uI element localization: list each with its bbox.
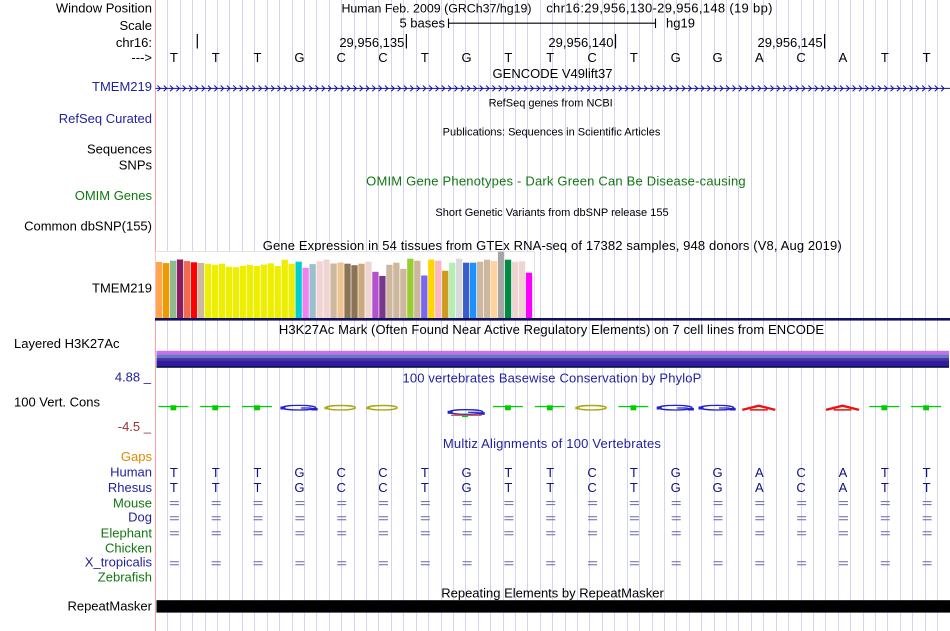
svg-text:OMIM Genes: OMIM Genes bbox=[75, 188, 153, 203]
svg-text:T: T bbox=[546, 465, 554, 480]
svg-text:Gaps: Gaps bbox=[121, 449, 153, 464]
svg-text:G: G bbox=[671, 480, 681, 495]
svg-text:100 Vert. Cons: 100 Vert. Cons bbox=[14, 395, 100, 410]
svg-text:C: C bbox=[796, 465, 805, 480]
svg-text:T: T bbox=[421, 480, 429, 495]
svg-text:T: T bbox=[212, 480, 220, 495]
svg-text:GENCODE V49lift37: GENCODE V49lift37 bbox=[493, 66, 613, 81]
svg-text:T: T bbox=[254, 465, 262, 480]
svg-text:A: A bbox=[755, 50, 764, 65]
svg-text:G: G bbox=[712, 480, 722, 495]
svg-text:chr16:: chr16: bbox=[116, 35, 152, 50]
svg-text:Gene Expression in 54 tissues: Gene Expression in 54 tissues from GTEx … bbox=[263, 238, 842, 253]
svg-text:29,956,135: 29,956,135 bbox=[339, 35, 404, 50]
svg-text:T: T bbox=[546, 480, 554, 495]
svg-text:G: G bbox=[294, 50, 304, 65]
svg-text:C: C bbox=[378, 50, 387, 65]
svg-text:C: C bbox=[587, 50, 596, 65]
svg-text:--->: ---> bbox=[131, 50, 152, 65]
svg-text:T: T bbox=[212, 50, 220, 65]
svg-text:5 bases: 5 bases bbox=[399, 16, 445, 31]
svg-text:OMIM Gene Phenotypes - Dark Gr: OMIM Gene Phenotypes - Dark Green Can Be… bbox=[366, 174, 746, 189]
svg-text:T: T bbox=[254, 480, 262, 495]
svg-text:G: G bbox=[462, 465, 472, 480]
svg-text:G: G bbox=[712, 465, 722, 480]
svg-text:A: A bbox=[755, 480, 764, 495]
svg-text:A: A bbox=[839, 50, 848, 65]
svg-text:G: G bbox=[462, 480, 472, 495]
svg-text:T: T bbox=[923, 480, 931, 495]
svg-text:Chicken: Chicken bbox=[105, 541, 152, 556]
svg-text:G: G bbox=[671, 50, 681, 65]
svg-text:C: C bbox=[337, 465, 346, 480]
svg-text:4.88 _: 4.88 _ bbox=[115, 370, 152, 385]
svg-text:Human Feb. 2009 (GRCh37/hg19): Human Feb. 2009 (GRCh37/hg19) bbox=[341, 2, 531, 16]
svg-text:Publications: Sequences in Sci: Publications: Sequences in Scientific Ar… bbox=[443, 127, 661, 139]
svg-text:-4.5 _: -4.5 _ bbox=[118, 419, 152, 434]
svg-text:T: T bbox=[170, 50, 178, 65]
svg-text:T: T bbox=[421, 465, 429, 480]
svg-text:Scale: Scale bbox=[119, 18, 152, 33]
svg-text:C: C bbox=[587, 480, 596, 495]
svg-text:T: T bbox=[546, 50, 554, 65]
svg-text:C: C bbox=[378, 480, 387, 495]
svg-text:G: G bbox=[294, 465, 304, 480]
svg-text:T: T bbox=[254, 50, 262, 65]
svg-text:Human: Human bbox=[110, 465, 152, 480]
svg-text:C: C bbox=[796, 480, 805, 495]
svg-text:T: T bbox=[170, 465, 178, 480]
svg-text:hg19: hg19 bbox=[666, 16, 695, 31]
svg-text:Layered H3K27Ac: Layered H3K27Ac bbox=[14, 336, 120, 351]
svg-text:Zebrafish: Zebrafish bbox=[98, 569, 152, 584]
svg-text:H3K27Ac Mark (Often Found Near: H3K27Ac Mark (Often Found Near Active Re… bbox=[279, 322, 825, 337]
svg-text:C: C bbox=[337, 50, 346, 65]
svg-text:G: G bbox=[462, 50, 472, 65]
svg-text:RepeatMasker: RepeatMasker bbox=[67, 598, 152, 613]
svg-text:G: G bbox=[712, 50, 722, 65]
svg-text:Multiz Alignments of 100 Verte: Multiz Alignments of 100 Vertebrates bbox=[443, 436, 662, 451]
svg-text:T: T bbox=[881, 50, 889, 65]
svg-text:T: T bbox=[212, 465, 220, 480]
svg-text:29,956,145: 29,956,145 bbox=[758, 35, 823, 50]
svg-text:A: A bbox=[839, 480, 848, 495]
svg-text:T: T bbox=[881, 465, 889, 480]
svg-text:A: A bbox=[839, 465, 848, 480]
svg-text:G: G bbox=[294, 480, 304, 495]
svg-text:29,956,140: 29,956,140 bbox=[548, 35, 613, 50]
svg-text:Elephant: Elephant bbox=[101, 526, 153, 541]
svg-text:G: G bbox=[671, 465, 681, 480]
svg-text:100 vertebrates Basewise Conse: 100 vertebrates Basewise Conservation by… bbox=[403, 371, 702, 386]
svg-text:T: T bbox=[170, 480, 178, 495]
svg-text:T: T bbox=[923, 50, 931, 65]
svg-text:TMEM219: TMEM219 bbox=[92, 281, 152, 296]
svg-text:T: T bbox=[504, 465, 512, 480]
svg-text:RefSeq genes from NCBI: RefSeq genes from NCBI bbox=[489, 97, 613, 109]
svg-text:X_tropicalis: X_tropicalis bbox=[85, 554, 153, 569]
svg-text:T: T bbox=[923, 465, 931, 480]
svg-text:TMEM219: TMEM219 bbox=[92, 79, 152, 94]
svg-text:T: T bbox=[630, 50, 638, 65]
svg-text:T: T bbox=[881, 480, 889, 495]
svg-text:C: C bbox=[796, 50, 805, 65]
svg-text:A: A bbox=[755, 465, 764, 480]
svg-text:Dog: Dog bbox=[128, 510, 152, 525]
svg-text:T: T bbox=[504, 480, 512, 495]
svg-text:C: C bbox=[587, 465, 596, 480]
svg-text:RefSeq Curated: RefSeq Curated bbox=[59, 111, 152, 126]
svg-text:T: T bbox=[630, 480, 638, 495]
svg-text:T: T bbox=[504, 50, 512, 65]
svg-text:Rhesus: Rhesus bbox=[108, 480, 153, 495]
svg-text:C: C bbox=[337, 480, 346, 495]
svg-text:SNPs: SNPs bbox=[119, 157, 153, 172]
svg-text:T: T bbox=[421, 50, 429, 65]
svg-text:Mouse: Mouse bbox=[113, 496, 152, 511]
svg-text:chr16:29,956,130-29,956,148 (1: chr16:29,956,130-29,956,148 (19 bp) bbox=[546, 1, 773, 16]
svg-text:Repeating Elements by RepeatMa: Repeating Elements by RepeatMasker bbox=[441, 586, 664, 601]
svg-text:Window Position: Window Position bbox=[56, 1, 152, 16]
svg-text:Common dbSNP(155): Common dbSNP(155) bbox=[24, 219, 152, 234]
svg-text:C: C bbox=[378, 465, 387, 480]
svg-text:Short Genetic Variants from db: Short Genetic Variants from dbSNP releas… bbox=[435, 207, 668, 219]
svg-text:T: T bbox=[630, 465, 638, 480]
svg-text:Sequences: Sequences bbox=[87, 141, 153, 156]
